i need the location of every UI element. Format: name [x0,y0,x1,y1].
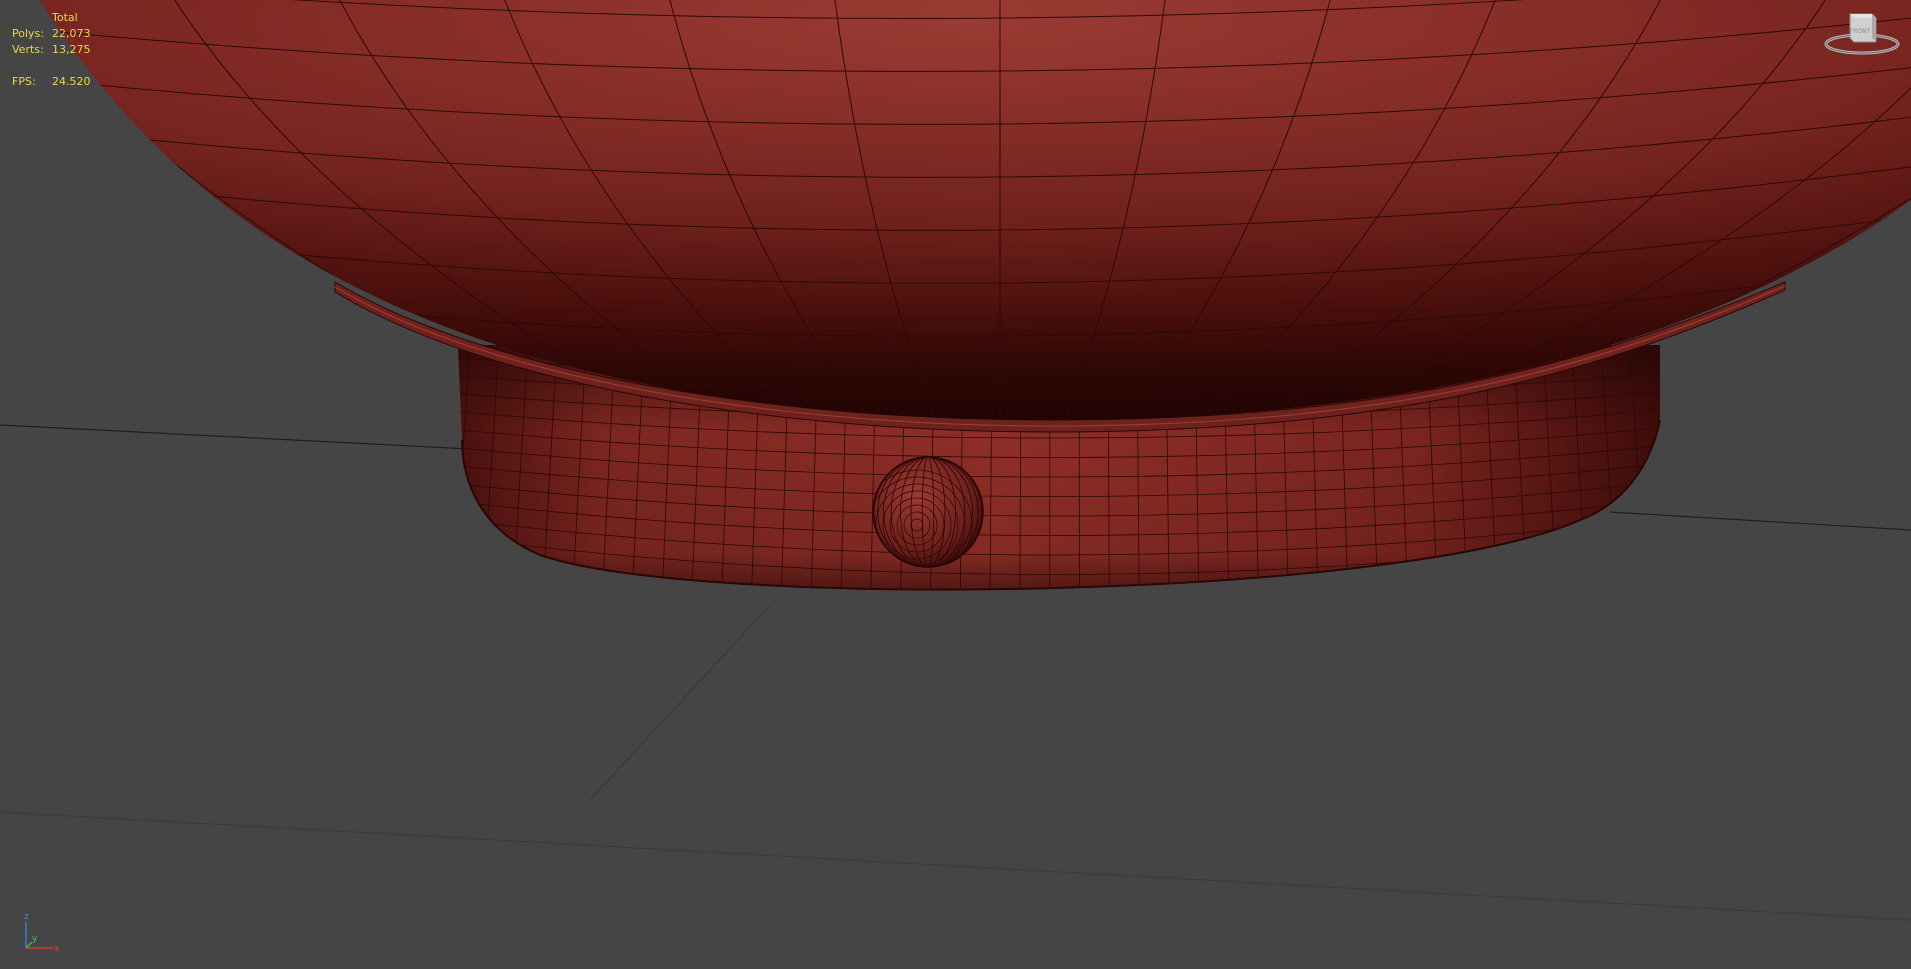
polys-value: 22,073 [52,27,91,40]
stats-header: Total [52,11,78,24]
fps-label: FPS: [12,75,36,88]
axis-x-label: x [54,944,60,954]
fps-value: 24.520 [52,75,91,88]
axis-y-label: y [32,934,38,944]
axis-z-label: z [24,912,29,922]
viewcube-face-label: FRONT [1850,28,1871,35]
polys-label: Polys: [12,27,44,40]
verts-value: 13,275 [52,43,91,56]
verts-label: Verts: [12,43,44,56]
viewport-scene[interactable] [0,0,1911,969]
viewport[interactable]: Total Polys: 22,073 Verts: 13,275 FPS: 2… [0,0,1911,969]
viewcube-icon[interactable]: FRONT [1822,6,1902,62]
axis-tripod-icon: z y x [18,912,62,956]
